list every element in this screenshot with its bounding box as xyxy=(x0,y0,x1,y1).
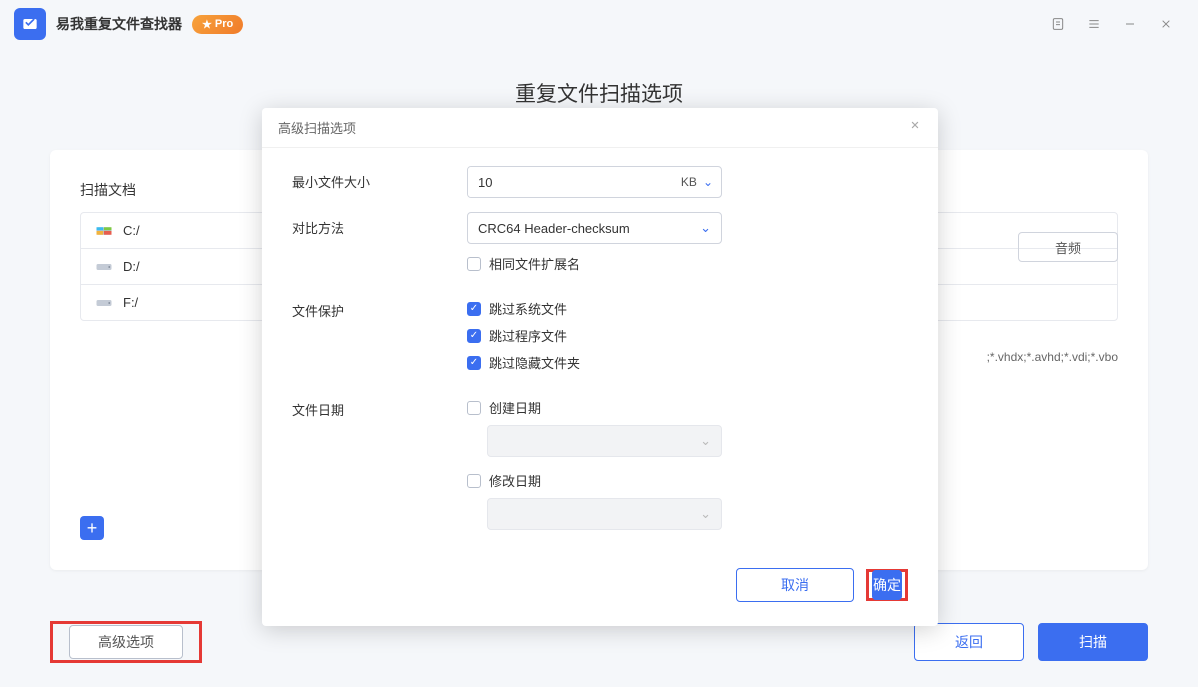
dialog-body: 最小文件大小 KB ⌄ 对比方法 CRC64 Header-checksum xyxy=(262,148,938,554)
compare-label: 对比方法 xyxy=(292,212,467,281)
row-compare: 对比方法 CRC64 Header-checksum ⌄ 相同文件扩展名 xyxy=(292,212,908,281)
row-min-size: 最小文件大小 KB ⌄ xyxy=(292,166,908,198)
skip-system-checkbox[interactable] xyxy=(467,302,481,316)
chevron-down-icon: ⌄ xyxy=(700,220,711,236)
compare-method-select[interactable]: CRC64 Header-checksum ⌄ xyxy=(467,212,722,244)
min-size-label: 最小文件大小 xyxy=(292,166,467,198)
chevron-down-icon: ⌄ xyxy=(700,506,711,522)
create-date-label: 创建日期 xyxy=(489,398,541,417)
advanced-scan-dialog: 高级扫描选项 最小文件大小 KB ⌄ 对比 xyxy=(262,108,938,626)
dialog-footer: 取消 确定 xyxy=(262,554,938,626)
cancel-button[interactable]: 取消 xyxy=(736,568,854,602)
ok-button[interactable]: 确定 xyxy=(872,570,902,600)
modify-date-select: ⌄ xyxy=(487,498,722,530)
modify-date-row[interactable]: 修改日期 xyxy=(467,471,908,490)
create-date-row[interactable]: 创建日期 xyxy=(467,398,908,417)
ok-highlight: 确定 xyxy=(866,569,908,601)
compare-value: CRC64 Header-checksum xyxy=(478,221,630,236)
skip-hidden-checkbox[interactable] xyxy=(467,356,481,370)
min-size-unit-select[interactable]: KB ⌄ xyxy=(673,167,721,197)
protect-label: 文件保护 xyxy=(292,295,467,380)
dialog-header: 高级扫描选项 xyxy=(262,108,938,148)
row-date: 文件日期 创建日期 ⌄ 修改日期 ⌄ xyxy=(292,394,908,530)
chevron-down-icon: ⌄ xyxy=(700,433,711,449)
modify-date-checkbox[interactable] xyxy=(467,474,481,488)
close-icon[interactable] xyxy=(908,118,922,137)
skip-system-row[interactable]: 跳过系统文件 xyxy=(467,299,908,318)
same-ext-checkbox-row[interactable]: 相同文件扩展名 xyxy=(467,254,722,273)
min-size-input[interactable] xyxy=(468,167,673,197)
skip-system-label: 跳过系统文件 xyxy=(489,299,567,318)
min-size-input-group: KB ⌄ xyxy=(467,166,722,198)
same-ext-label: 相同文件扩展名 xyxy=(489,254,580,273)
skip-program-checkbox[interactable] xyxy=(467,329,481,343)
skip-hidden-label: 跳过隐藏文件夹 xyxy=(489,353,580,372)
min-size-unit-label: KB xyxy=(681,175,697,189)
create-date-checkbox[interactable] xyxy=(467,401,481,415)
date-label: 文件日期 xyxy=(292,394,467,530)
skip-hidden-row[interactable]: 跳过隐藏文件夹 xyxy=(467,353,908,372)
modify-date-label: 修改日期 xyxy=(489,471,541,490)
row-protect: 文件保护 跳过系统文件 跳过程序文件 跳过隐藏文件夹 xyxy=(292,295,908,380)
skip-program-label: 跳过程序文件 xyxy=(489,326,567,345)
same-ext-checkbox[interactable] xyxy=(467,257,481,271)
skip-program-row[interactable]: 跳过程序文件 xyxy=(467,326,908,345)
chevron-down-icon: ⌄ xyxy=(703,175,713,189)
create-date-select: ⌄ xyxy=(487,425,722,457)
dialog-overlay: 高级扫描选项 最小文件大小 KB ⌄ 对比 xyxy=(0,0,1198,687)
dialog-title: 高级扫描选项 xyxy=(278,118,356,137)
